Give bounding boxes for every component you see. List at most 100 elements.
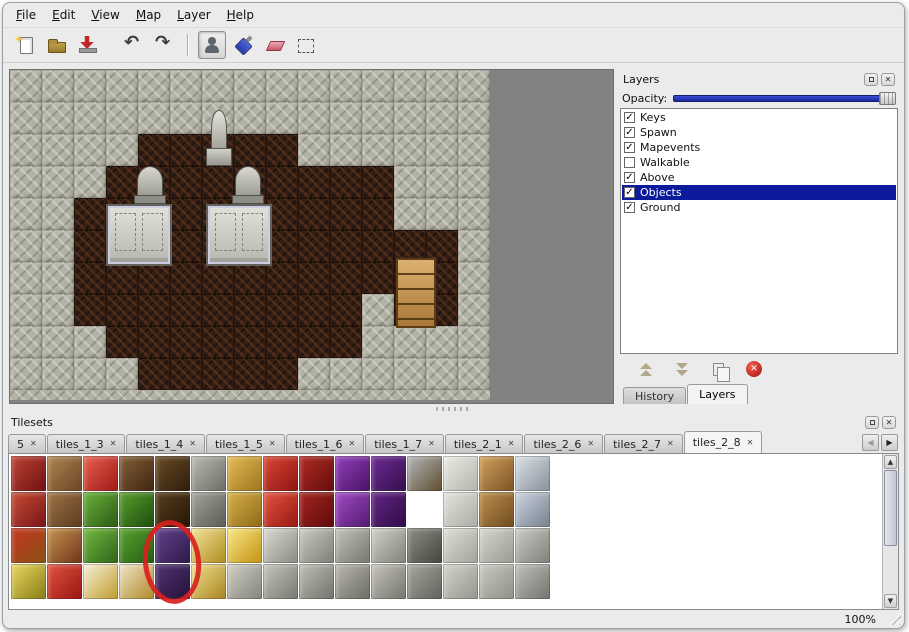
tile-throne-purple-dark-seat[interactable] <box>371 492 406 527</box>
fill-tool-button[interactable] <box>229 31 257 59</box>
tile-cabinet-dark-top[interactable] <box>155 456 190 491</box>
duplicate-layer-button[interactable] <box>708 359 728 379</box>
float-panel-button[interactable] <box>864 73 878 86</box>
tileset-tab-5[interactable]: 5✕ <box>8 434 46 453</box>
tile-banner-red[interactable] <box>11 456 46 491</box>
menu-edit[interactable]: Edit <box>45 5 82 25</box>
tile-statue-winged-base[interactable] <box>371 564 406 599</box>
tile-key-gold[interactable] <box>191 528 226 563</box>
select-tool-button[interactable] <box>291 31 319 59</box>
tile-chest-wood[interactable] <box>479 456 514 491</box>
tile-stone-block-3[interactable] <box>443 564 478 599</box>
redo-tool-button[interactable] <box>150 31 178 59</box>
tile-statue-winged[interactable] <box>371 528 406 563</box>
tab-close-icon[interactable]: ✕ <box>30 440 37 448</box>
open-tool-button[interactable] <box>42 31 70 59</box>
tile-barrel-dark[interactable] <box>119 456 154 491</box>
opacity-slider[interactable] <box>673 91 896 106</box>
tile-bookshelf[interactable] <box>47 528 82 563</box>
tileset-tab-tiles_1_3[interactable]: tiles_1_3✕ <box>47 434 126 453</box>
new-tool-button[interactable] <box>11 31 39 59</box>
tile-stone-door-top[interactable] <box>191 456 226 491</box>
tab-close-icon[interactable]: ✕ <box>269 440 276 448</box>
stamp-tool-button[interactable] <box>198 31 226 59</box>
tile-column-top[interactable] <box>515 528 550 563</box>
tile-throne-purple-back[interactable] <box>371 456 406 491</box>
tile-shelf-light[interactable] <box>443 456 478 491</box>
tile-door-purple-bottom[interactable] <box>155 564 190 599</box>
tile-bush-green[interactable] <box>119 528 154 563</box>
tile-stone-block-4[interactable] <box>479 564 514 599</box>
tile-cabinet-dark-bottom[interactable] <box>155 492 190 527</box>
tile-throne-red-back[interactable] <box>299 456 334 491</box>
tileset-tab-tiles_2_8[interactable]: tiles_2_8✕ <box>684 431 763 453</box>
menu-map[interactable]: Map <box>129 5 168 25</box>
tile-plant-tall[interactable] <box>119 492 154 527</box>
tile-throne-gold-top[interactable] <box>227 456 262 491</box>
tileset-tab-tiles_1_4[interactable]: tiles_1_4✕ <box>126 434 205 453</box>
tile-scepter-gold[interactable] <box>83 564 118 599</box>
tab-close-icon[interactable]: ✕ <box>349 440 356 448</box>
tile-pedestal[interactable] <box>407 564 442 599</box>
tab-close-icon[interactable]: ✕ <box>667 440 674 448</box>
scrollbar-track[interactable] <box>884 470 897 593</box>
tile-rock-pile[interactable] <box>227 564 262 599</box>
layer-visibility-checkbox[interactable]: ✓ <box>624 172 635 183</box>
layer-row-objects[interactable]: ✓Objects <box>622 185 896 200</box>
layer-row-spawn[interactable]: ✓Spawn <box>622 125 896 140</box>
undo-tool-button[interactable] <box>119 31 147 59</box>
opacity-slider-track[interactable] <box>673 95 894 102</box>
tile-gargoyle-right[interactable] <box>335 528 370 563</box>
tile-column-bottom[interactable] <box>515 564 550 599</box>
tab-history[interactable]: History <box>623 387 686 404</box>
tile-gargoyle-base-right[interactable] <box>335 564 370 599</box>
tile-scepter-handle[interactable] <box>119 564 154 599</box>
layer-visibility-checkbox[interactable]: ✓ <box>624 142 635 153</box>
resize-grip[interactable] <box>888 612 901 625</box>
tile-plant-small[interactable] <box>83 528 118 563</box>
tile-gargoyle-base-left[interactable] <box>299 564 334 599</box>
menu-view[interactable]: View <box>84 5 126 25</box>
tile-throne-red-seat[interactable] <box>263 492 298 527</box>
tileset-tab-tiles_2_1[interactable]: tiles_2_1✕ <box>445 434 524 453</box>
layer-row-walkable[interactable]: Walkable <box>622 155 896 170</box>
layer-visibility-checkbox[interactable]: ✓ <box>624 187 635 198</box>
layer-visibility-checkbox[interactable]: ✓ <box>624 127 635 138</box>
map-object-cabinet[interactable] <box>106 204 172 266</box>
scroll-tabs-left-button[interactable]: ◀ <box>862 434 879 451</box>
tile-throne-purple-top[interactable] <box>335 456 370 491</box>
tab-close-icon[interactable]: ✕ <box>428 440 435 448</box>
scrollbar-thumb[interactable] <box>884 470 897 546</box>
tile-throne-red-top[interactable] <box>263 456 298 491</box>
tile-armor-helm[interactable] <box>515 456 550 491</box>
layer-row-above[interactable]: ✓Above <box>622 170 896 185</box>
tile-statue-angel[interactable] <box>263 528 298 563</box>
tab-close-icon[interactable]: ✕ <box>747 439 754 447</box>
tileset-tab-tiles_2_7[interactable]: tiles_2_7✕ <box>604 434 683 453</box>
tab-close-icon[interactable]: ✕ <box>587 440 594 448</box>
tile-banner-gold-red[interactable] <box>11 528 46 563</box>
map-object-statue[interactable] <box>204 110 234 166</box>
scroll-up-button[interactable]: ▲ <box>884 455 897 469</box>
tile-painting[interactable] <box>407 456 442 491</box>
layer-visibility-checkbox[interactable]: ✓ <box>624 202 635 213</box>
tileset-tab-tiles_1_6[interactable]: tiles_1_6✕ <box>286 434 365 453</box>
tile-armor-knight[interactable] <box>515 492 550 527</box>
tile-throne-gold-seat[interactable] <box>227 492 262 527</box>
move-layer-up-button[interactable] <box>636 359 656 379</box>
layer-visibility-checkbox[interactable]: ✓ <box>624 112 635 123</box>
float-panel-button[interactable] <box>865 416 879 429</box>
tileset-tab-tiles_1_7[interactable]: tiles_1_7✕ <box>365 434 444 453</box>
splitter-handle[interactable] <box>3 404 904 414</box>
move-layer-down-button[interactable] <box>672 359 692 379</box>
tile-loom-wood-2[interactable] <box>47 492 82 527</box>
layer-row-keys[interactable]: ✓Keys <box>622 110 896 125</box>
scroll-down-button[interactable]: ▼ <box>884 594 897 608</box>
tile-stone-block-2[interactable] <box>479 528 514 563</box>
scroll-tabs-right-button[interactable]: ▶ <box>881 434 898 451</box>
tileset-tab-tiles_1_5[interactable]: tiles_1_5✕ <box>206 434 285 453</box>
tile-drawer-wood[interactable] <box>479 492 514 527</box>
tile-pouf-red[interactable] <box>47 564 82 599</box>
map-object-dresser[interactable] <box>396 258 436 328</box>
eraser-tool-button[interactable] <box>260 31 288 59</box>
